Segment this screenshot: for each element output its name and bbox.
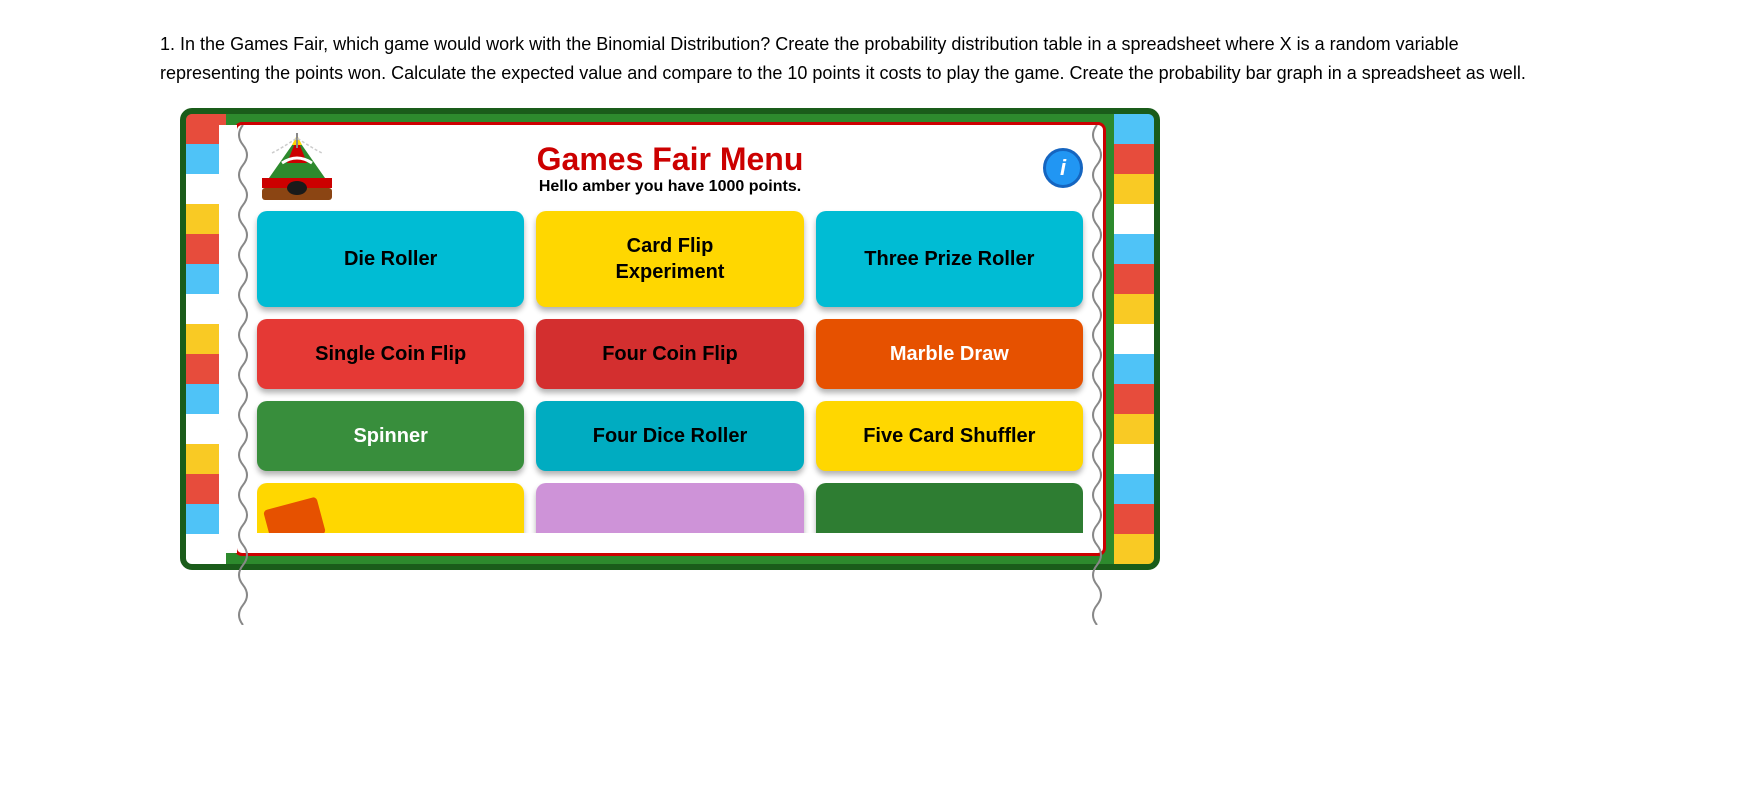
- spinner-button[interactable]: Spinner: [257, 401, 524, 471]
- five-card-shuffler-button[interactable]: Five Card Shuffler: [816, 401, 1083, 471]
- wavy-border-left-decoration: [235, 125, 251, 625]
- games-fair-container: Games Fair Menu Hello amber you have 100…: [234, 122, 1106, 556]
- info-button[interactable]: i: [1043, 148, 1083, 188]
- card-flip-button[interactable]: Card FlipExperiment: [536, 211, 803, 307]
- games-fair-wrapper: Games Fair Menu Hello amber you have 100…: [180, 108, 1740, 570]
- games-grid-row4-partial: [257, 483, 1083, 533]
- four-coin-flip-button[interactable]: Four Coin Flip: [536, 319, 803, 389]
- die-roller-button[interactable]: Die Roller: [257, 211, 524, 307]
- question-number: 1.: [160, 34, 175, 54]
- games-grid-row1: Die Roller Card FlipExperiment Three Pri…: [257, 211, 1083, 307]
- row4-btn2[interactable]: [536, 483, 803, 533]
- four-dice-roller-button[interactable]: Four Dice Roller: [536, 401, 803, 471]
- content-area: 1. In the Games Fair, which game would w…: [140, 20, 1760, 771]
- three-prize-roller-button[interactable]: Three Prize Roller: [816, 211, 1083, 307]
- outer-border: Games Fair Menu Hello amber you have 100…: [180, 108, 1160, 570]
- header-section: Games Fair Menu Hello amber you have 100…: [257, 140, 1083, 196]
- row4-btn3[interactable]: [816, 483, 1083, 533]
- left-margin: [0, 20, 140, 771]
- games-fair-title: Games Fair Menu: [257, 140, 1083, 178]
- question-body: In the Games Fair, which game would work…: [160, 34, 1526, 83]
- header-text: Games Fair Menu Hello amber you have 100…: [257, 140, 1083, 196]
- wavy-border-right-decoration: [1089, 125, 1105, 625]
- marble-draw-button[interactable]: Marble Draw: [816, 319, 1083, 389]
- tent-icon: [257, 133, 337, 203]
- games-grid-row3: Spinner Four Dice Roller Five Card Shuff…: [257, 401, 1083, 471]
- question-block: 1. In the Games Fair, which game would w…: [160, 30, 1560, 88]
- single-coin-flip-button[interactable]: Single Coin Flip: [257, 319, 524, 389]
- games-grid-row2: Single Coin Flip Four Coin Flip Marble D…: [257, 319, 1083, 389]
- subtitle: Hello amber you have 1000 points.: [257, 178, 1083, 196]
